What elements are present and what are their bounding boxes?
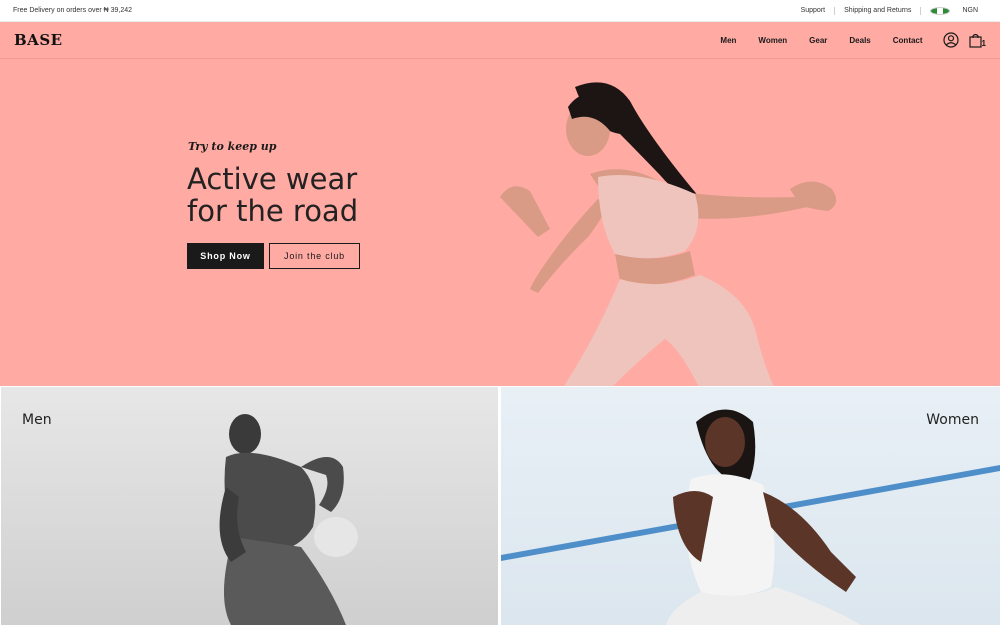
hero-runner-image	[500, 82, 837, 386]
nav-item-women[interactable]: Women	[758, 36, 787, 45]
account-icon[interactable]	[942, 32, 959, 48]
shipping-returns-link[interactable]: Shipping and Returns	[835, 7, 920, 14]
nigeria-flag-icon	[930, 6, 951, 15]
category-card-women[interactable]: Women	[501, 387, 1000, 625]
currency-selector[interactable]: NGN	[921, 6, 987, 15]
hero-tagline: Try to keep up	[188, 140, 277, 153]
main-header: BASE Men Women Gear Deals Contact 1	[0, 22, 1000, 59]
cart-button[interactable]: 1	[968, 33, 986, 48]
category-card-men[interactable]: Men	[1, 387, 498, 625]
headline-line-2: for the road	[187, 194, 359, 228]
men-category-label: Men	[22, 412, 52, 428]
header-icons: 1	[942, 32, 986, 48]
shopping-bag-icon	[968, 33, 982, 48]
shop-now-button[interactable]: Shop Now	[187, 243, 264, 269]
top-announcement-bar: Free Delivery on orders over ₦ 39,242 Su…	[0, 0, 1000, 22]
nav-item-men[interactable]: Men	[720, 36, 736, 45]
header-right: Men Women Gear Deals Contact 1	[698, 32, 986, 48]
nav-item-contact[interactable]: Contact	[893, 36, 923, 45]
women-category-image	[501, 409, 1000, 625]
nav-item-deals[interactable]: Deals	[849, 36, 870, 45]
nav-item-gear[interactable]: Gear	[809, 36, 827, 45]
free-delivery-promo: Free Delivery on orders over ₦ 39,242	[13, 7, 133, 14]
men-category-image	[219, 414, 358, 625]
brand-logo[interactable]: BASE	[14, 31, 63, 49]
hero-banner: Try to keep up Active wear for the road …	[0, 59, 1000, 386]
support-link[interactable]: Support	[792, 7, 835, 14]
utility-links: Support Shipping and Returns NGN	[792, 6, 987, 15]
currency-label: NGN	[962, 7, 978, 14]
cart-count-badge: 1	[981, 38, 986, 48]
join-club-button[interactable]: Join the club	[269, 243, 360, 269]
hero-headline: Active wear for the road	[187, 163, 358, 227]
headline-line-1: Active wear	[187, 162, 358, 196]
main-nav: Men Women Gear Deals Contact	[698, 36, 922, 45]
women-category-label: Women	[926, 412, 979, 428]
